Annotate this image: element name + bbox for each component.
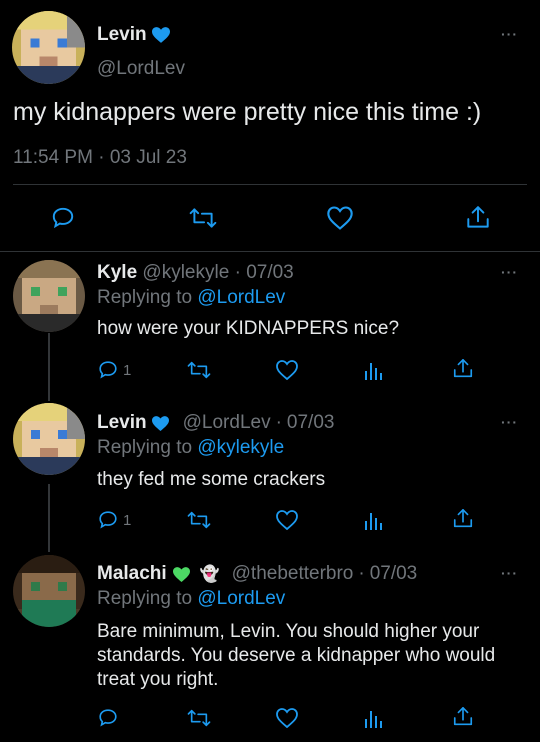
reply-icon: [99, 709, 117, 727]
retweet-icon: [189, 208, 217, 228]
reply-button[interactable]: [97, 707, 123, 729]
analytics-icon: [365, 513, 382, 530]
retweet-button[interactable]: [187, 509, 211, 531]
display-name[interactable]: Levin: [97, 412, 147, 434]
like-button[interactable]: [275, 707, 299, 729]
handle[interactable]: @LordLev: [183, 412, 271, 434]
reply-text: how were your KIDNAPPERS nice?: [97, 318, 400, 339]
analytics-icon: [365, 363, 382, 380]
like-button[interactable]: [326, 205, 354, 231]
divider: [13, 184, 527, 185]
thread-line: [48, 484, 50, 552]
reply-date[interactable]: 07/03: [287, 412, 335, 434]
separator: ·: [98, 147, 105, 168]
reply-button[interactable]: [50, 205, 76, 231]
reply-date[interactable]: 07/03: [370, 563, 418, 585]
reply-header: Malachi 👻 @thebetterbro · 07/03: [97, 563, 417, 585]
like-icon: [276, 510, 298, 531]
mention-link[interactable]: @LordLev: [197, 287, 285, 308]
share-icon: [467, 206, 489, 228]
retweet-button[interactable]: [187, 359, 211, 381]
mention-link[interactable]: @LordLev: [197, 588, 285, 609]
retweet-button[interactable]: [189, 205, 217, 231]
verified-heart-icon: [151, 27, 170, 43]
reply-icon: [99, 511, 117, 529]
more-options-icon[interactable]: ···: [501, 565, 518, 581]
like-icon: [276, 708, 298, 729]
share-button[interactable]: [465, 204, 491, 232]
tweet-time: 11:54 PM: [13, 147, 93, 168]
share-icon: [453, 359, 473, 378]
reply-text: Bare minimum, Levin. You should higher y…: [97, 621, 496, 690]
share-icon: [453, 509, 473, 528]
more-options-icon[interactable]: ···: [501, 264, 518, 280]
like-button[interactable]: [275, 509, 299, 531]
replying-to: Replying to @kylekyle: [97, 437, 284, 459]
replying-to: Replying to @LordLev: [97, 287, 285, 309]
reply-text: they fed me some crackers: [97, 469, 326, 490]
analytics-icon: [365, 711, 382, 728]
retweet-icon: [187, 361, 211, 379]
timestamp[interactable]: 11:54 PM · 03 Jul 23: [13, 147, 187, 169]
replying-to: Replying to @LordLev: [97, 588, 285, 610]
more-options-icon[interactable]: ···: [501, 26, 518, 42]
reply-button[interactable]: 1: [97, 359, 131, 381]
display-name[interactable]: Kyle: [97, 262, 137, 283]
reply-date[interactable]: 07/03: [246, 262, 294, 283]
separator: ·: [275, 412, 282, 433]
green-heart-icon: [172, 566, 190, 582]
reply-icon: [52, 207, 74, 229]
display-name[interactable]: Levin: [97, 24, 147, 46]
reply-header: Levin @LordLev · 07/03: [97, 412, 334, 434]
share-button[interactable]: [452, 705, 474, 729]
like-icon: [276, 360, 298, 381]
replying-to-label: Replying to: [97, 287, 193, 308]
retweet-button[interactable]: [187, 707, 211, 729]
like-icon: [327, 206, 353, 230]
reply-count: 1: [123, 361, 132, 379]
tweet-date: 03 Jul 23: [109, 147, 187, 168]
reply-count: 1: [123, 511, 132, 529]
replying-to-label: Replying to: [97, 588, 193, 609]
like-button[interactable]: [275, 359, 299, 381]
avatar[interactable]: [13, 403, 85, 475]
tweet-text: my kidnappers were pretty nice this time…: [13, 98, 482, 126]
handle[interactable]: @thebetterbro: [232, 563, 354, 585]
share-button[interactable]: [452, 357, 474, 381]
ghost-icon: 👻: [199, 566, 220, 583]
reply-header: Kyle @kylekyle · 07/03: [97, 262, 294, 284]
divider: [0, 251, 540, 252]
share-button[interactable]: [452, 507, 474, 531]
avatar[interactable]: [12, 11, 85, 84]
separator: ·: [358, 563, 365, 584]
separator: ·: [234, 262, 241, 283]
mention-link[interactable]: @kylekyle: [197, 437, 284, 458]
retweet-icon: [187, 709, 211, 727]
display-name[interactable]: Malachi: [97, 563, 167, 585]
share-icon: [453, 707, 473, 726]
reply-icon: [99, 361, 117, 379]
reply-button[interactable]: 1: [97, 509, 131, 531]
thread-line: [48, 333, 50, 401]
avatar[interactable]: [13, 260, 85, 332]
more-options-icon[interactable]: ···: [501, 414, 518, 430]
replying-to-label: Replying to: [97, 437, 193, 458]
analytics-button[interactable]: [364, 509, 384, 531]
analytics-button[interactable]: [364, 359, 384, 381]
handle[interactable]: @LordLev: [97, 58, 185, 80]
avatar[interactable]: [13, 555, 85, 627]
analytics-button[interactable]: [364, 707, 384, 729]
verified-heart-icon: [151, 415, 169, 431]
handle[interactable]: @kylekyle: [142, 262, 229, 283]
retweet-icon: [187, 511, 211, 529]
